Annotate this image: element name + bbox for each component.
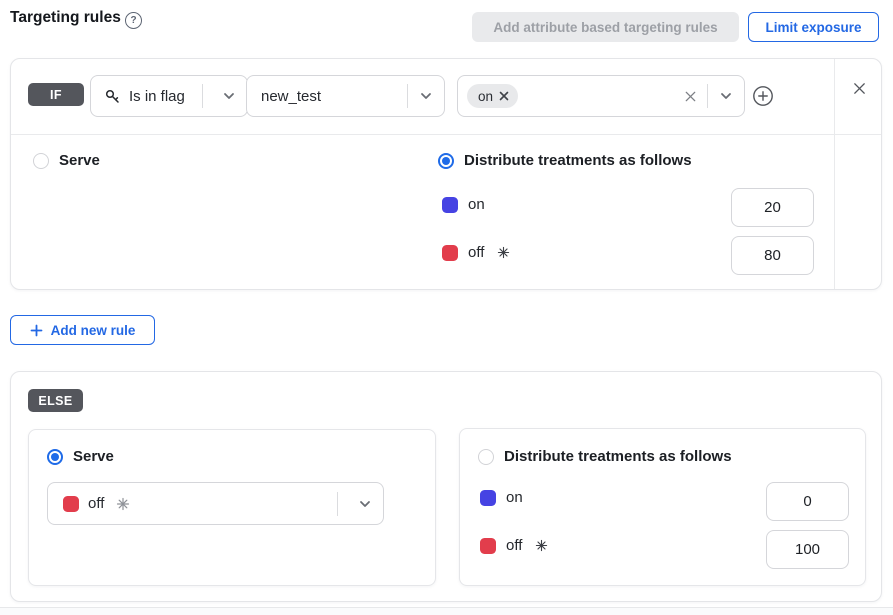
clear-selection-icon[interactable] bbox=[677, 89, 703, 104]
add-new-rule-button[interactable]: Add new rule bbox=[10, 315, 155, 345]
targeting-rules-page: Targeting rules ? Add attribute based ta… bbox=[0, 0, 893, 615]
treatment-name: off bbox=[468, 244, 484, 261]
treatment-name: off bbox=[506, 537, 522, 554]
distribute-radio[interactable] bbox=[438, 153, 454, 169]
default-treatment-icon bbox=[497, 246, 510, 259]
else-serve-panel: Serve off bbox=[28, 429, 436, 586]
distribute-option: Distribute treatments as follows bbox=[438, 152, 692, 169]
percent-input-on[interactable] bbox=[766, 482, 849, 521]
else-rule-card: ELSE Serve off bbox=[10, 371, 882, 602]
divider bbox=[11, 134, 881, 135]
serve-option: Serve bbox=[33, 152, 100, 169]
add-new-rule-label: Add new rule bbox=[51, 323, 136, 338]
selected-treatment-tag: on bbox=[467, 84, 518, 108]
remove-tag-icon[interactable] bbox=[499, 91, 509, 101]
flag-key-icon bbox=[104, 88, 121, 105]
treatment-off-swatch bbox=[63, 496, 79, 512]
else-badge: ELSE bbox=[28, 389, 83, 412]
default-treatment-icon bbox=[535, 539, 548, 552]
treatment-off-swatch bbox=[480, 538, 496, 554]
percent-input-off[interactable] bbox=[766, 530, 849, 569]
serve-radio[interactable] bbox=[33, 153, 49, 169]
serve-label: Serve bbox=[59, 152, 100, 169]
treatment-row-off: off bbox=[480, 537, 548, 554]
treatment-row-off: off bbox=[442, 244, 510, 261]
treatment-multiselect[interactable]: on bbox=[457, 75, 745, 117]
add-attribute-rules-button[interactable]: Add attribute based targeting rules bbox=[472, 12, 739, 42]
treatment-on-swatch bbox=[442, 197, 458, 213]
treatment-name: on bbox=[468, 196, 485, 213]
treatment-name: on bbox=[506, 489, 523, 506]
page-bottom-divider bbox=[0, 607, 893, 615]
percent-input-off[interactable] bbox=[731, 236, 814, 275]
divider bbox=[337, 492, 338, 516]
if-rule-card: IF Is in flag new_test bbox=[10, 58, 882, 290]
percent-input-on[interactable] bbox=[731, 188, 814, 227]
treatment-row-on: on bbox=[442, 196, 485, 213]
default-treatment-icon bbox=[116, 497, 130, 511]
chevron-down-icon bbox=[708, 89, 744, 103]
chevron-down-icon bbox=[347, 497, 383, 511]
divider bbox=[834, 59, 835, 289]
flag-dropdown-value: new_test bbox=[261, 88, 321, 105]
selected-treatment-label: on bbox=[478, 89, 493, 104]
else-distribute-panel: Distribute treatments as follows on off bbox=[459, 428, 866, 586]
serve-label: Serve bbox=[73, 448, 114, 465]
limit-exposure-button[interactable]: Limit exposure bbox=[748, 12, 879, 42]
if-badge: IF bbox=[28, 83, 84, 106]
page-title: Targeting rules bbox=[10, 9, 121, 27]
serve-radio[interactable] bbox=[47, 449, 63, 465]
distribute-label: Distribute treatments as follows bbox=[504, 448, 732, 465]
plus-icon bbox=[30, 324, 43, 337]
serve-treatment-dropdown[interactable]: off bbox=[47, 482, 384, 525]
flag-dropdown[interactable]: new_test bbox=[246, 75, 445, 117]
matcher-dropdown[interactable]: Is in flag bbox=[90, 75, 248, 117]
matcher-dropdown-value: Is in flag bbox=[129, 88, 185, 105]
help-icon[interactable]: ? bbox=[125, 12, 142, 29]
delete-rule-icon[interactable] bbox=[850, 79, 868, 97]
distribute-label: Distribute treatments as follows bbox=[464, 152, 692, 169]
serve-option: Serve bbox=[47, 448, 114, 465]
treatment-name: off bbox=[88, 495, 104, 512]
treatment-on-swatch bbox=[480, 490, 496, 506]
distribute-option: Distribute treatments as follows bbox=[478, 448, 732, 465]
chevron-down-icon bbox=[408, 89, 444, 103]
treatment-off-swatch bbox=[442, 245, 458, 261]
divider bbox=[202, 84, 203, 108]
add-condition-icon[interactable] bbox=[752, 85, 774, 107]
distribute-radio[interactable] bbox=[478, 449, 494, 465]
treatment-row-on: on bbox=[480, 489, 523, 506]
chevron-down-icon bbox=[211, 89, 247, 103]
